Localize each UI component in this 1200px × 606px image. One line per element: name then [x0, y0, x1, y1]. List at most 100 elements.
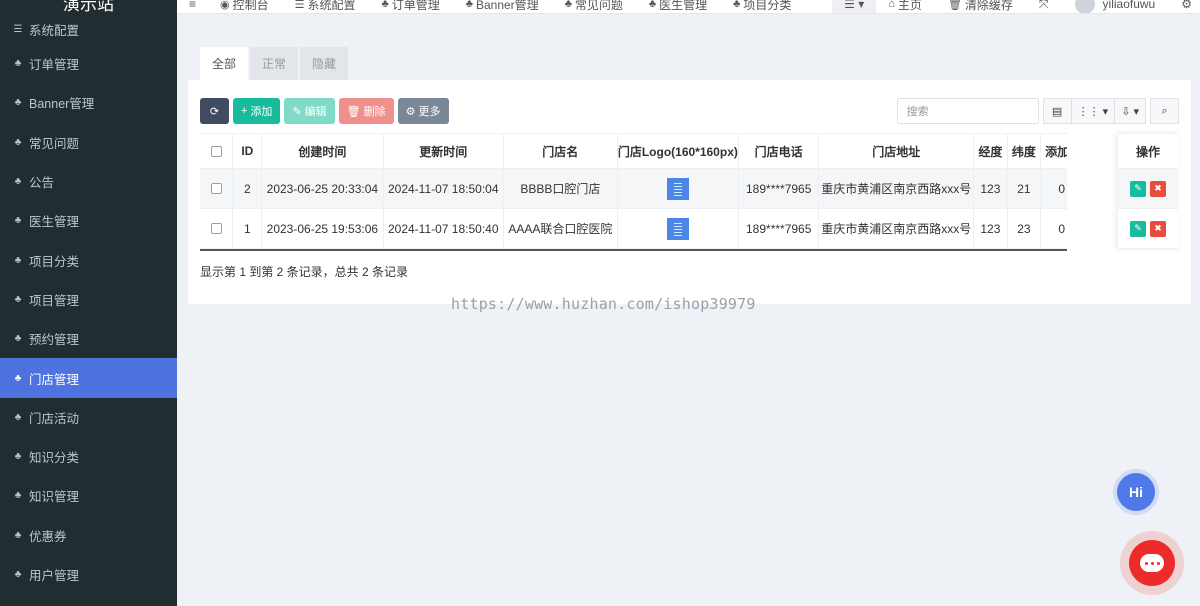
- fullscreen-icon[interactable]: ⤧: [1039, 0, 1049, 12]
- refresh-button[interactable]: ⟳: [200, 98, 229, 124]
- sidebar-item-doctors[interactable]: ♣ 医生管理: [0, 201, 177, 240]
- toggle-view-button[interactable]: ▤: [1042, 98, 1072, 124]
- column-header: 操作: [1118, 133, 1178, 169]
- sidebar-item-label: 用户管理: [29, 569, 80, 583]
- sidebar-item-notice[interactable]: ♣ 公告: [0, 162, 177, 201]
- delete-button[interactable]: 🗑 删除: [338, 98, 394, 124]
- sitemap-icon: ♣: [733, 0, 741, 10]
- sidebar-item-appointments[interactable]: ♣ 预约管理: [0, 319, 177, 358]
- cell-phone: 189****7965: [739, 169, 820, 208]
- sitemap-icon: ♣: [14, 293, 22, 305]
- sitemap-icon: ♣: [381, 0, 389, 10]
- edit-button[interactable]: ✎ 编辑: [284, 98, 335, 124]
- settings-gear-icon[interactable]: ⚙: [1181, 0, 1192, 11]
- username[interactable]: yiliaofuwu: [1103, 0, 1156, 11]
- sitemap-icon: ♣: [14, 529, 22, 541]
- cell-name: BBBB口腔门店: [504, 169, 618, 208]
- sitemap-icon: ♣: [14, 333, 22, 345]
- topnav-system-config[interactable]: ☰ 系统配置: [295, 0, 356, 13]
- cell-id: 2: [233, 169, 263, 208]
- hi-label: Hi: [1129, 484, 1143, 500]
- sidebar-toggle-icon[interactable]: ≡: [189, 0, 196, 11]
- row-delete-button[interactable]: ✖: [1150, 180, 1166, 197]
- sidebar-item-knowledge[interactable]: ♣ 知识管理: [0, 476, 177, 515]
- cell-created: 2023-06-25 19:53:06: [262, 209, 384, 248]
- sidebar-item-projects[interactable]: ♣ 项目管理: [0, 280, 177, 319]
- sidebar-item-banner[interactable]: ♣ Banner管理: [0, 83, 177, 122]
- sitemap-icon: ♣: [14, 176, 22, 188]
- row-edit-button[interactable]: ✎: [1130, 180, 1146, 197]
- topnav-home[interactable]: ⌂ 主页: [888, 0, 922, 13]
- tab-hidden[interactable]: 隐藏: [300, 47, 349, 80]
- row-checkbox[interactable]: [200, 169, 234, 208]
- columns-button[interactable]: ⋮⋮ ▾: [1071, 98, 1116, 124]
- topnav-orders[interactable]: ♣ 订单管理: [382, 0, 440, 13]
- horizontal-scrollbar[interactable]: [200, 249, 1067, 251]
- topnav-faq[interactable]: ♣ 常见问题: [565, 0, 623, 13]
- checkbox[interactable]: [210, 145, 222, 157]
- cell-longitude: 123: [974, 169, 1008, 208]
- topnav-dashboard[interactable]: ◉ 控制台: [220, 0, 269, 13]
- cell-address: 重庆市黄浦区南京西路xxx号: [819, 209, 975, 248]
- hi-assistant-button[interactable]: Hi: [1117, 473, 1155, 511]
- topnav-doctors[interactable]: ♣ 医生管理: [649, 0, 707, 13]
- select-all-checkbox[interactable]: [200, 134, 234, 168]
- column-header[interactable]: 更新时间: [384, 134, 504, 168]
- column-header[interactable]: 经度: [974, 134, 1008, 168]
- topnav-clear-cache[interactable]: 🗑 清除缓存: [948, 0, 1013, 13]
- search-button[interactable]: ⌕: [1150, 98, 1179, 124]
- tab-all[interactable]: 全部: [200, 47, 249, 80]
- sidebar-item-label: 优惠券: [29, 529, 67, 544]
- column-header[interactable]: 门店地址: [819, 134, 975, 168]
- store-logo-image[interactable]: [666, 217, 689, 240]
- sidebar-item-knowledge-category[interactable]: ♣ 知识分类: [0, 437, 177, 476]
- plus-icon: +: [241, 105, 248, 117]
- trash-icon: 🗑: [346, 105, 361, 118]
- trash-icon: ✖: [1154, 183, 1162, 193]
- column-header[interactable]: ID: [233, 134, 263, 168]
- topnav-label: 清除缓存: [964, 0, 1013, 12]
- table-row[interactable]: 2 2023-06-25 20:33:04 2024-11-07 18:50:0…: [200, 169, 1067, 209]
- row-delete-button[interactable]: ✖: [1150, 220, 1166, 237]
- sidebar-item-orders[interactable]: ♣ 订单管理: [0, 44, 177, 83]
- topnav-project-category[interactable]: ♣ 项目分类: [733, 0, 791, 13]
- dashboard-icon: ◉: [220, 0, 230, 11]
- sidebar-item-label: 常见问题: [29, 136, 80, 151]
- cell-name: AAAA联合口腔医院: [504, 209, 618, 248]
- row-checkbox[interactable]: [200, 209, 234, 248]
- checkbox[interactable]: [210, 223, 222, 234]
- columns-icon: ⋮⋮ ▾: [1077, 105, 1109, 118]
- sidebar-item-faq[interactable]: ♣ 常见问题: [0, 123, 177, 162]
- checkbox[interactable]: [210, 183, 222, 194]
- column-header[interactable]: 创建时间: [262, 134, 384, 168]
- data-table: ID 创建时间 更新时间 门店名 门店Logo(160*160px) 门店电话 …: [200, 133, 1067, 251]
- table-row[interactable]: 1 2023-06-25 19:53:06 2024-11-07 18:50:4…: [200, 209, 1067, 249]
- tab-normal[interactable]: 正常: [250, 47, 299, 80]
- sidebar-item-project-category[interactable]: ♣ 项目分类: [0, 240, 177, 279]
- column-header[interactable]: 门店电话: [739, 134, 820, 168]
- column-header[interactable]: 门店名: [504, 134, 618, 168]
- sidebar-item-stores[interactable]: ♣ 门店管理: [0, 358, 177, 398]
- sitemap-icon: ♣: [14, 411, 22, 423]
- sitemap-icon: ♣: [14, 58, 22, 70]
- menu-icon: ☰ ▾: [844, 0, 865, 11]
- sidebar-item-system-config[interactable]: ☰ 系统配置: [0, 14, 177, 44]
- sidebar-item-coupons[interactable]: ♣ 优惠券: [0, 516, 177, 555]
- avatar[interactable]: [1074, 0, 1095, 13]
- store-logo-image[interactable]: [666, 177, 689, 200]
- sidebar: 演示站 ☰ 系统配置 ♣ 订单管理 ♣ Banner管理 ♣ 常见问题 ♣ 公告…: [0, 0, 177, 606]
- row-edit-button[interactable]: ✎: [1130, 220, 1146, 237]
- sitemap-icon: ♣: [14, 215, 22, 227]
- column-header[interactable]: 纬度: [1008, 134, 1042, 168]
- sidebar-item-users[interactable]: ♣ 用户管理: [0, 555, 177, 594]
- topnav-banner[interactable]: ♣ Banner管理: [466, 0, 539, 13]
- column-header[interactable]: 添加: [1041, 134, 1067, 168]
- sidebar-item-store-events[interactable]: ♣ 门店活动: [0, 398, 177, 437]
- add-button[interactable]: + 添加: [233, 98, 281, 124]
- more-menu-button[interactable]: ☰ ▾: [832, 0, 877, 13]
- more-button[interactable]: ⚙ 更多: [397, 98, 449, 124]
- export-button[interactable]: ⇩ ▾: [1115, 98, 1146, 124]
- chat-button[interactable]: [1120, 531, 1184, 595]
- column-header[interactable]: 门店Logo(160*160px): [618, 134, 740, 168]
- search-input[interactable]: 搜索: [896, 98, 1039, 124]
